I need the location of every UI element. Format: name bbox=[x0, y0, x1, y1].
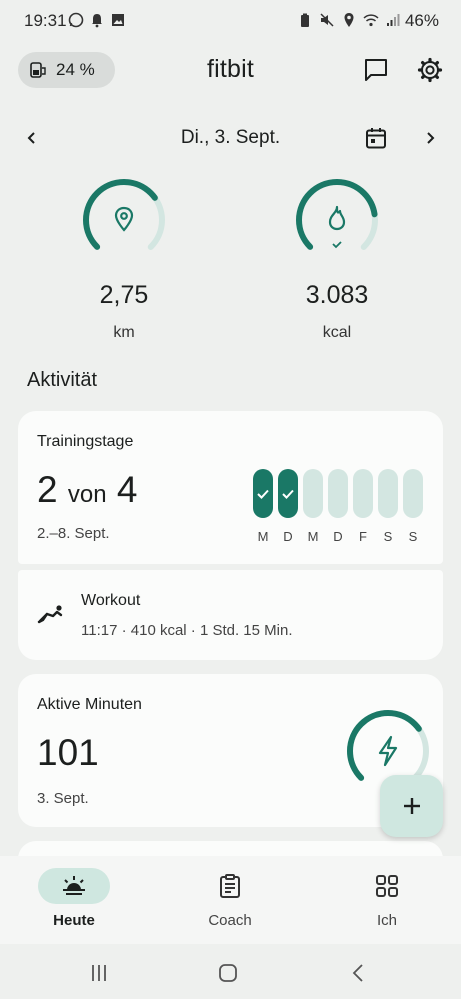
system-navigation bbox=[0, 944, 461, 999]
workout-details: 11:17 · 410 kcal · 1 Std. 15 Min. bbox=[81, 622, 293, 639]
workout-card[interactable]: Workout 11:17 · 410 kcal · 1 Std. 15 Min… bbox=[18, 570, 443, 660]
active-minutes-value: 101 bbox=[37, 732, 99, 773]
home-icon bbox=[219, 964, 237, 982]
messages-button[interactable] bbox=[362, 56, 390, 84]
nav-label-coach: Coach bbox=[208, 912, 252, 929]
calendar-button[interactable] bbox=[362, 124, 390, 152]
activity-section-title: Aktivität bbox=[27, 369, 98, 391]
bottom-navigation: Heute Coach Ich bbox=[0, 856, 461, 944]
recent-apps-button[interactable] bbox=[87, 961, 111, 985]
nav-item-heute[interactable]: Heute bbox=[24, 868, 124, 929]
training-days-title: Trainingstage bbox=[37, 433, 134, 450]
home-button[interactable] bbox=[216, 961, 240, 985]
recent-apps-icon bbox=[92, 965, 106, 981]
nav-item-ich[interactable]: Ich bbox=[337, 868, 437, 929]
chat-icon bbox=[365, 59, 387, 81]
workout-title: Workout bbox=[81, 592, 141, 609]
distance-ring[interactable]: 2,75 km bbox=[64, 178, 184, 342]
calendar-icon bbox=[366, 128, 386, 149]
sunrise-icon bbox=[63, 876, 85, 895]
status-bar: 19:31 46% bbox=[0, 0, 461, 42]
distance-value: 2,75 bbox=[99, 281, 149, 309]
check-icon bbox=[257, 489, 269, 499]
training-days-count: 2 von 4 bbox=[37, 469, 138, 510]
location-icon bbox=[344, 13, 354, 27]
add-button[interactable] bbox=[380, 775, 443, 837]
distance-unit: km bbox=[113, 324, 135, 341]
active-minutes-title: Aktive Minuten bbox=[37, 696, 142, 713]
workout-person-icon bbox=[37, 605, 63, 624]
flame-icon bbox=[328, 205, 346, 231]
goal-check-icon bbox=[332, 241, 342, 249]
location-pin-icon bbox=[114, 206, 134, 232]
app-title: fitbit bbox=[206, 55, 255, 83]
training-day-label: M bbox=[307, 529, 319, 544]
training-day-bar bbox=[403, 469, 423, 518]
nav-label-heute: Heute bbox=[53, 912, 95, 929]
back-icon bbox=[352, 964, 363, 982]
calories-ring[interactable]: 3.083 kcal bbox=[277, 178, 397, 342]
whatsapp-icon bbox=[68, 12, 84, 28]
next-day-button[interactable] bbox=[416, 124, 444, 152]
calories-unit: kcal bbox=[322, 324, 352, 341]
grid-icon bbox=[376, 875, 398, 897]
date-navigation: Di., 3. Sept. bbox=[0, 120, 461, 156]
bell-icon bbox=[92, 14, 102, 28]
wifi-icon bbox=[363, 14, 379, 27]
lightning-icon bbox=[378, 735, 398, 767]
check-icon bbox=[282, 489, 294, 499]
training-day-bar bbox=[303, 469, 323, 518]
plus-icon bbox=[403, 798, 420, 814]
clipboard-icon bbox=[220, 874, 240, 898]
nav-label-ich: Ich bbox=[376, 912, 397, 929]
image-icon bbox=[112, 14, 124, 26]
chevron-right-icon bbox=[427, 132, 435, 144]
settings-button[interactable] bbox=[416, 56, 444, 84]
training-day-bar bbox=[278, 469, 298, 518]
training-day-label: M bbox=[257, 529, 269, 544]
training-day-bar bbox=[253, 469, 273, 518]
training-days-range: 2.–8. Sept. bbox=[37, 525, 110, 542]
battery-saver-icon bbox=[301, 13, 309, 27]
active-minutes-date: 3. Sept. bbox=[37, 790, 89, 807]
nav-item-coach[interactable]: Coach bbox=[180, 868, 280, 929]
training-day-label: S bbox=[383, 529, 393, 544]
status-battery: 46% bbox=[404, 11, 439, 30]
current-date[interactable]: Di., 3. Sept. bbox=[0, 127, 461, 149]
training-day-label: D bbox=[333, 529, 343, 544]
status-time: 19:31 bbox=[24, 11, 67, 30]
training-day-bar bbox=[328, 469, 348, 518]
training-day-label: S bbox=[408, 529, 418, 544]
training-day-label: F bbox=[359, 529, 367, 544]
gear-icon bbox=[417, 57, 443, 83]
mute-icon bbox=[320, 13, 334, 27]
signal-icon bbox=[387, 14, 400, 26]
back-button[interactable] bbox=[346, 961, 370, 985]
training-day-bar bbox=[353, 469, 373, 518]
calories-value: 3.083 bbox=[305, 281, 369, 309]
training-day-bar bbox=[378, 469, 398, 518]
training-day-label: D bbox=[283, 529, 293, 544]
